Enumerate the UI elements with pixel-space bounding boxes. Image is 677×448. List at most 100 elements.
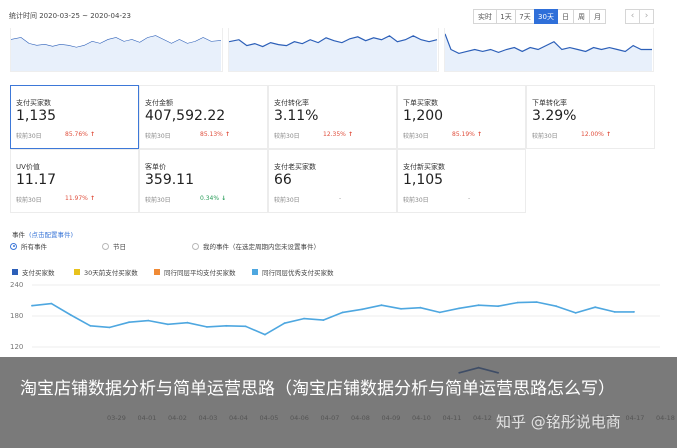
- radio-icon: [102, 242, 109, 250]
- sparkline: [11, 35, 222, 71]
- date-nav: ‹ ›: [625, 9, 654, 24]
- metric-compare-label: 较前30日: [145, 133, 171, 140]
- data-point: [400, 307, 402, 310]
- data-point: [167, 323, 169, 326]
- metric-change: -: [468, 195, 471, 202]
- sparkline-panel: [228, 28, 439, 72]
- metric-title: 支付金额: [145, 99, 173, 107]
- metric-value: 3.29%: [532, 108, 577, 124]
- data-point: [244, 325, 247, 328]
- data-point: [477, 304, 480, 307]
- data-point: [341, 311, 344, 314]
- metric-card[interactable]: 支付新买家数 1,105 较前30日 -: [397, 149, 526, 213]
- y-tick-label: 120: [10, 343, 23, 351]
- data-point: [205, 326, 208, 328]
- data-point: [108, 326, 111, 329]
- data-point: [322, 319, 325, 321]
- arrow-up-icon: ↑: [345, 131, 354, 138]
- chevron-left-icon[interactable]: ‹: [625, 9, 640, 24]
- sparkline-panel: [10, 28, 223, 72]
- arrow-down-icon: ↓: [219, 195, 227, 202]
- period-month-button[interactable]: 月: [589, 9, 606, 24]
- arrow-up-icon: ↑: [87, 131, 96, 138]
- data-point: [89, 324, 92, 327]
- arrow-up-icon: ↑: [474, 131, 483, 138]
- metric-change: 12.00% ↑: [581, 131, 612, 138]
- data-point: [633, 311, 635, 313]
- metric-title: 支付老买家数: [274, 163, 316, 171]
- metric-card[interactable]: 客单价 359.11 较前30日 0.34% ↓: [139, 149, 268, 213]
- metric-title: 支付买家数: [16, 99, 51, 107]
- metric-change: 85.19% ↑: [452, 131, 483, 138]
- event-option-all[interactable]: 所有事件: [10, 241, 47, 251]
- data-point: [31, 304, 33, 307]
- watermark: 知乎 @铭彤说电商: [496, 413, 621, 431]
- legend-item[interactable]: 同行同层平均支付买家数: [154, 267, 236, 277]
- metric-card[interactable]: 下单买家数 1,200 较前30日 85.19% ↑: [397, 85, 526, 149]
- period-day-button[interactable]: 日: [557, 9, 574, 24]
- metric-compare-label: 较前30日: [16, 197, 42, 204]
- metric-title: UV价值: [16, 163, 40, 171]
- config-events-link[interactable]: (点击配置事件): [29, 231, 73, 239]
- metric-compare-label: 较前30日: [403, 197, 429, 204]
- legend-item[interactable]: 30天前支付买家数: [74, 267, 138, 277]
- y-tick-label: 240: [10, 281, 23, 289]
- period-30day-button[interactable]: 30天: [534, 9, 558, 24]
- metric-card[interactable]: 支付金额 407,592.22 较前30日 85.13% ↑: [139, 85, 268, 149]
- event-option-holiday[interactable]: 节日: [102, 241, 126, 251]
- metric-title: 支付新买家数: [403, 163, 445, 171]
- period-realtime-button[interactable]: 实时: [473, 9, 497, 24]
- metric-value: 1,200: [403, 108, 444, 124]
- metric-value: 1,135: [16, 108, 57, 124]
- series-line: [31, 301, 634, 336]
- legend-swatch: [154, 268, 160, 275]
- data-point: [50, 302, 53, 305]
- arrow-up-icon: ↑: [87, 195, 96, 202]
- period-week-button[interactable]: 周: [573, 9, 590, 24]
- caption-text: 淘宝店铺数据分析与简单运营思路（淘宝店铺数据分析与简单运营思路怎么写）: [20, 379, 615, 399]
- metric-value: 66: [274, 172, 292, 188]
- legend-swatch: [12, 268, 18, 275]
- metric-card[interactable]: 下单转化率 3.29% 较前30日 12.00% ↑: [526, 85, 655, 149]
- period-7day-button[interactable]: 7天: [515, 9, 535, 24]
- legend-item[interactable]: 支付买家数: [12, 267, 55, 277]
- arrow-up-icon: ↑: [222, 131, 231, 138]
- metric-change: 0.34% ↓: [200, 195, 227, 202]
- metric-card[interactable]: 支付转化率 3.11% 较前30日 12.35% ↑: [268, 85, 397, 149]
- period-1day-button[interactable]: 1天: [496, 9, 516, 24]
- metric-value: 1,105: [403, 172, 444, 188]
- metric-change: 11.97% ↑: [65, 195, 96, 202]
- data-point: [419, 306, 422, 309]
- metric-value: 359.11: [145, 172, 194, 188]
- metric-compare-label: 较前30日: [16, 133, 42, 140]
- data-point: [283, 322, 286, 325]
- period-selector: 实时 1天 7天 30天 日 周 月: [473, 9, 606, 24]
- data-point: [536, 301, 538, 303]
- metric-compare-label: 较前30日: [403, 133, 429, 140]
- data-point: [186, 321, 189, 324]
- radio-icon: [192, 242, 199, 250]
- y-tick-label: 180: [10, 312, 23, 320]
- metric-value: 11.17: [16, 172, 57, 188]
- metric-title: 支付转化率: [274, 99, 309, 107]
- data-point: [574, 312, 577, 314]
- sparkline: [229, 35, 438, 71]
- data-point: [303, 317, 305, 320]
- sparkline: [445, 33, 653, 71]
- data-point: [69, 314, 72, 316]
- arrow-up-icon: ↑: [603, 131, 612, 138]
- data-point: [497, 305, 499, 308]
- metric-card[interactable]: UV价值 11.17 较前30日 11.97% ↑: [10, 149, 139, 213]
- legend-swatch: [252, 268, 258, 275]
- data-point: [516, 301, 519, 304]
- data-point: [361, 308, 363, 311]
- metric-card[interactable]: 支付买家数 1,135 较前30日 85.76% ↑: [10, 85, 139, 149]
- metric-compare-label: 较前30日: [145, 197, 171, 204]
- metric-card[interactable]: 支付老买家数 66 较前30日 -: [268, 149, 397, 213]
- events-label: 事件 (点击配置事件): [12, 231, 74, 239]
- metric-value: 407,592.22: [145, 108, 226, 124]
- legend-item[interactable]: 同行同层优秀支付买家数: [252, 267, 334, 277]
- data-point: [458, 307, 461, 310]
- event-option-mine[interactable]: 我的事件（在选定周期内您未设置事件）: [192, 241, 320, 251]
- chevron-right-icon[interactable]: ›: [639, 9, 654, 24]
